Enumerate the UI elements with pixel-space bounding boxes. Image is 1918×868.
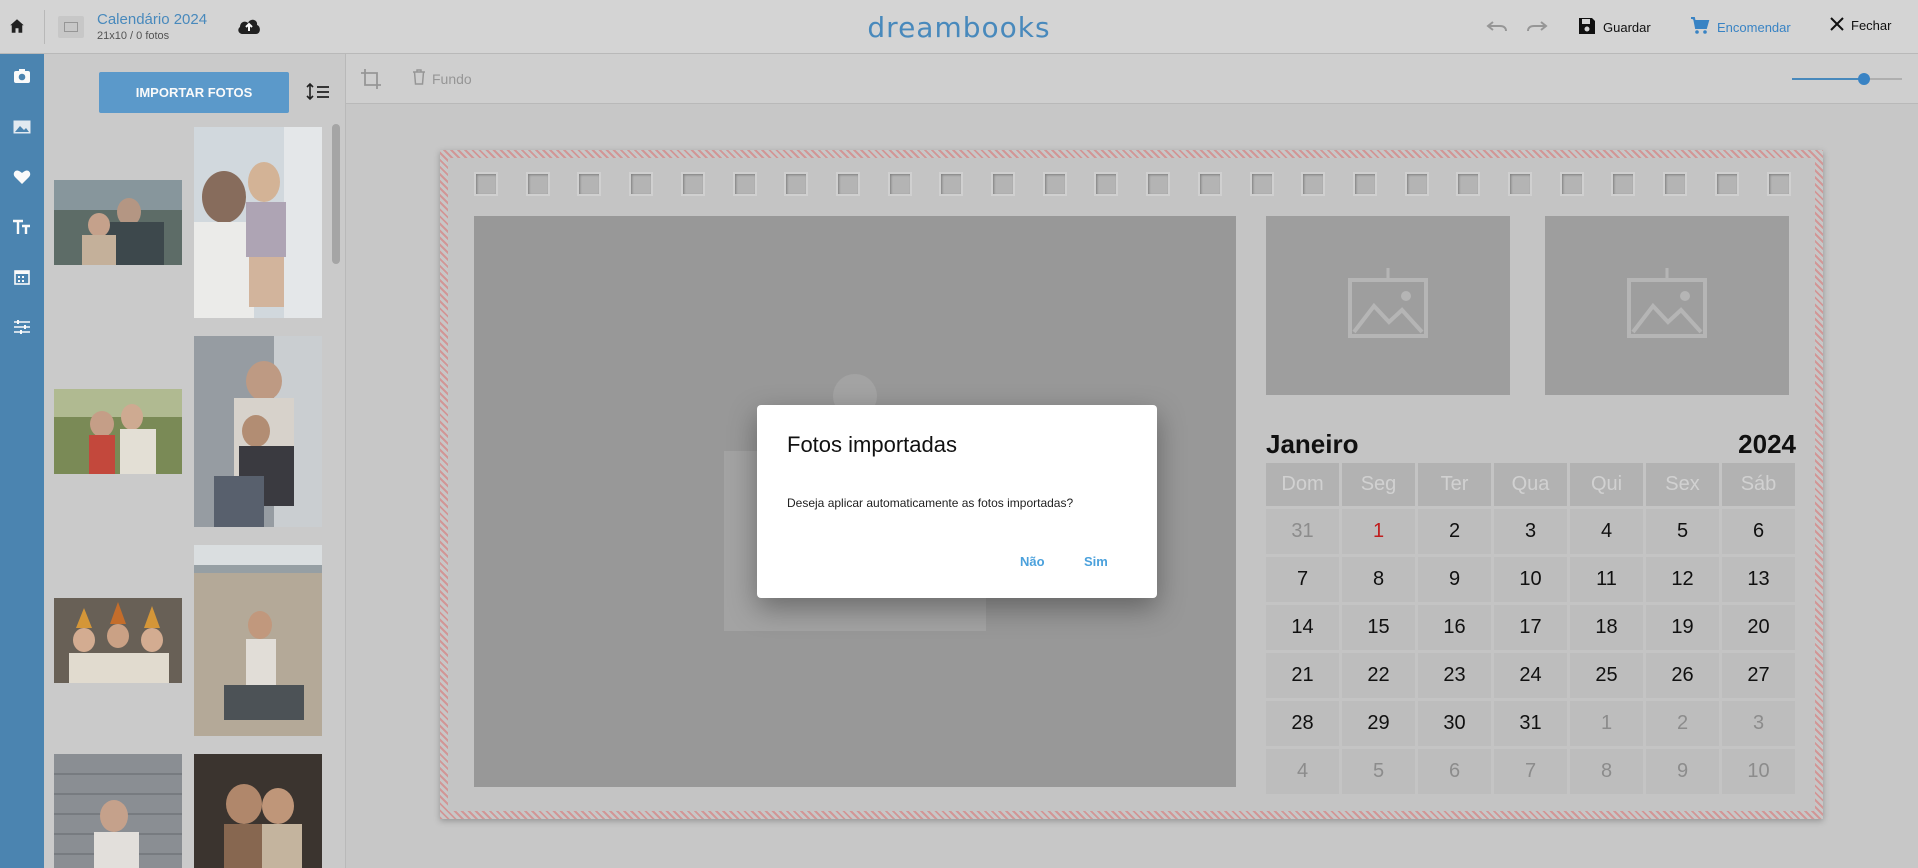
- dialog-message: Deseja aplicar automaticamente as fotos …: [787, 496, 1074, 510]
- import-dialog: Fotos importadas Deseja aplicar automati…: [757, 405, 1157, 598]
- dialog-title: Fotos importadas: [787, 432, 957, 457]
- no-button[interactable]: Não: [1020, 554, 1045, 569]
- yes-button[interactable]: Sim: [1084, 554, 1108, 569]
